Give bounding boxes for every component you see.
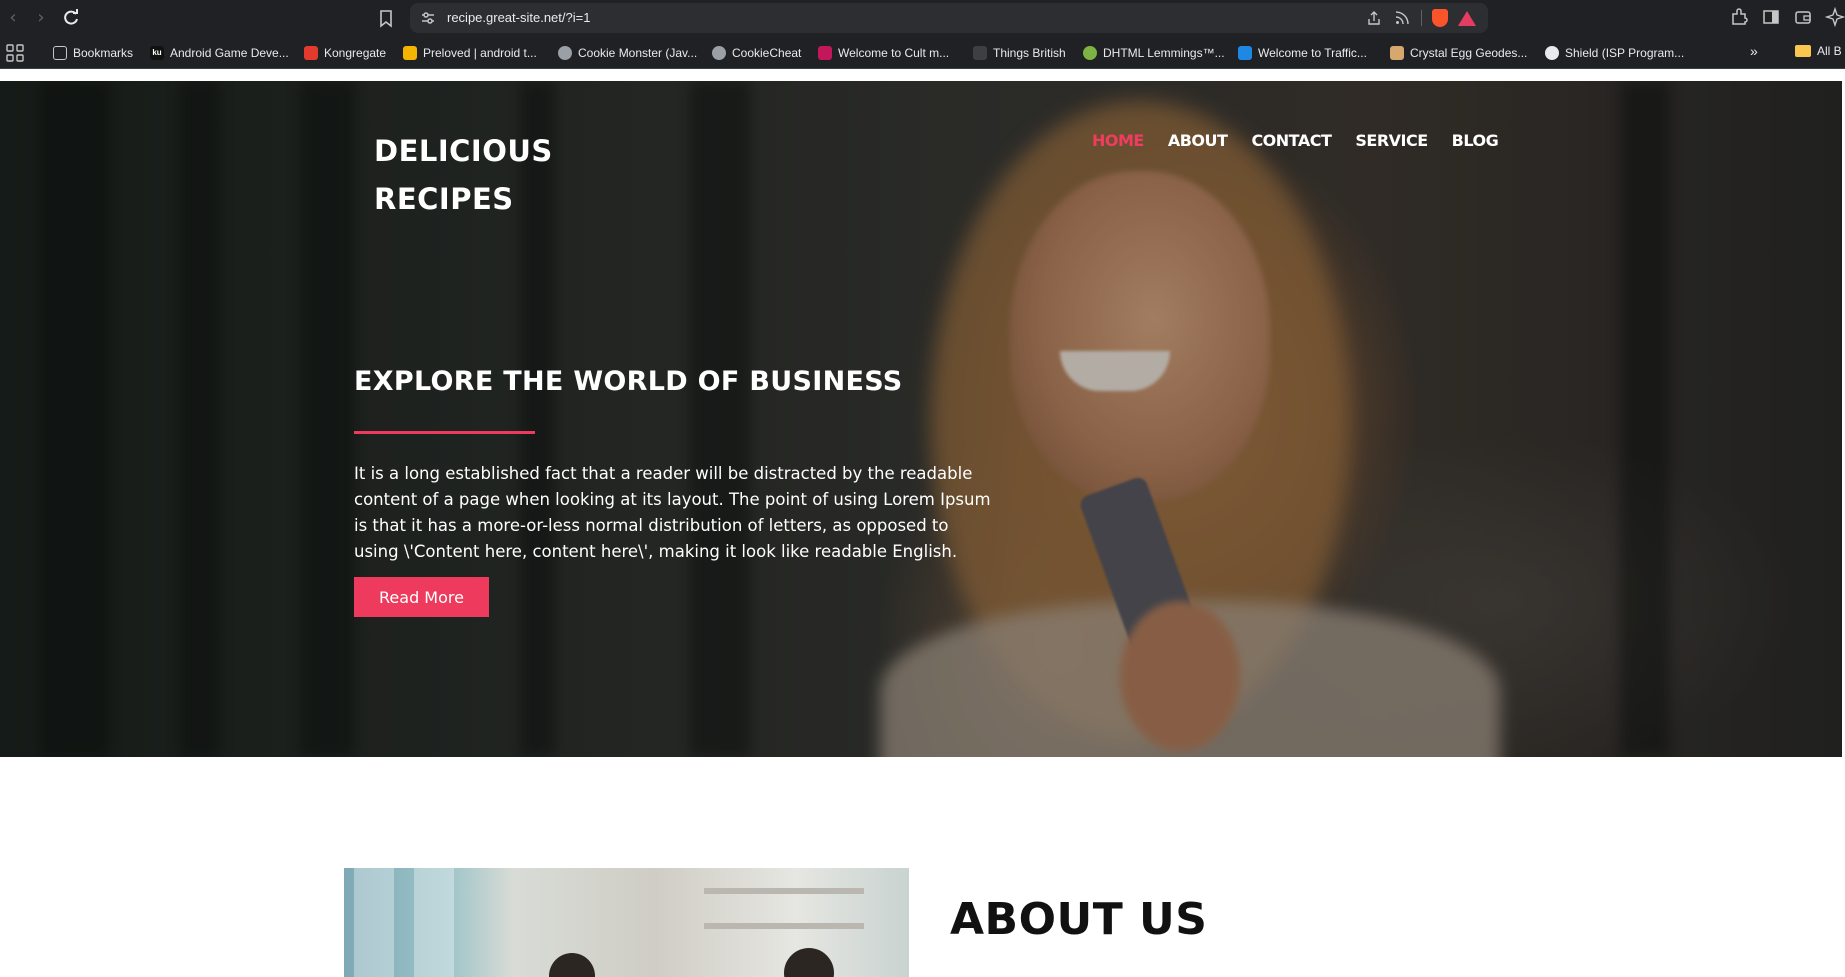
brave-shields-icon[interactable] bbox=[1432, 9, 1448, 27]
about-title: ABOUT US bbox=[950, 894, 1208, 945]
forward-icon[interactable]: › bbox=[30, 7, 52, 29]
bookmark-label: Bookmarks bbox=[73, 46, 134, 60]
bookmark-label: Preloved | android t... bbox=[423, 46, 537, 60]
nav-service[interactable]: SERVICE bbox=[1355, 131, 1428, 150]
person-head bbox=[549, 953, 595, 977]
reload-icon[interactable] bbox=[60, 7, 82, 29]
back-icon[interactable]: ‹ bbox=[2, 7, 24, 29]
bookmark-label: Kongregate bbox=[324, 46, 387, 60]
main-nav: HOME ABOUT CONTACT SERVICE BLOG bbox=[1092, 131, 1499, 150]
bookmark-label: DHTML Lemmings™... bbox=[1103, 46, 1225, 60]
nav-contact[interactable]: CONTACT bbox=[1251, 131, 1331, 150]
bookmarks-bar: Bookmarks ku Android Game Deve... Kongreg… bbox=[0, 37, 1845, 69]
bookmark-item[interactable]: DHTML Lemmings™... bbox=[1083, 44, 1225, 62]
shelf-shape bbox=[704, 923, 864, 929]
bookmark-item[interactable]: Welcome to Traffic... bbox=[1238, 44, 1367, 62]
page-top-strip bbox=[0, 69, 1845, 81]
browser-toolbar: ‹ › recipe.great-site.net/?i=1 bbox=[0, 0, 1845, 37]
shelf-shape bbox=[704, 888, 864, 894]
preloved-favicon bbox=[403, 46, 417, 60]
nav-home[interactable]: HOME bbox=[1092, 131, 1144, 150]
folder-icon bbox=[1795, 45, 1811, 57]
bookmark-label: Shield (ISP Program... bbox=[1565, 46, 1685, 60]
nav-about[interactable]: ABOUT bbox=[1168, 131, 1228, 150]
kongregate-favicon bbox=[304, 46, 318, 60]
toolbar-separator bbox=[1421, 10, 1422, 26]
extensions-icon[interactable] bbox=[1729, 7, 1749, 27]
shield-eye-favicon bbox=[1545, 46, 1559, 60]
brave-rewards-icon[interactable] bbox=[1458, 10, 1476, 26]
cult-favicon bbox=[818, 46, 832, 60]
bookmarks-folder-icon bbox=[53, 46, 67, 60]
more-bookmarks-icon[interactable]: » bbox=[1750, 43, 1758, 59]
share-icon[interactable] bbox=[1365, 9, 1383, 27]
bookmark-label: CookieCheat bbox=[732, 46, 802, 60]
all-bookmarks-folder[interactable]: All B bbox=[1795, 44, 1842, 58]
bookmark-item[interactable]: CookieCheat bbox=[712, 44, 801, 62]
ku-favicon: ku bbox=[150, 46, 164, 60]
bookmark-item[interactable]: Preloved | android t... bbox=[403, 44, 537, 62]
traffic-favicon bbox=[1238, 46, 1252, 60]
all-bookmarks-label: All B bbox=[1817, 44, 1842, 58]
geode-favicon bbox=[1390, 46, 1404, 60]
bookmark-item[interactable]: ku Android Game Deve... bbox=[150, 44, 289, 62]
globe-icon bbox=[558, 46, 572, 60]
hero-description: It is a long established fact that a rea… bbox=[354, 464, 991, 561]
bookmark-item[interactable]: Bookmarks bbox=[53, 44, 133, 62]
bookmark-item[interactable]: Cookie Monster (Jav... bbox=[558, 44, 697, 62]
window-pane bbox=[414, 868, 454, 977]
bookmark-page-icon[interactable] bbox=[376, 8, 396, 28]
logo-line-2: RECIPES bbox=[374, 182, 514, 216]
leo-ai-icon[interactable] bbox=[1824, 6, 1845, 28]
person-head bbox=[784, 948, 834, 977]
bookmark-item[interactable]: Welcome to Cult m... bbox=[818, 44, 949, 62]
site-logo[interactable]: DELICIOUS RECIPES bbox=[374, 127, 553, 223]
wallet-icon[interactable] bbox=[1793, 7, 1813, 27]
hero-title: EXPLORE THE WORLD OF BUSINESS bbox=[354, 366, 903, 397]
logo-line-1: DELICIOUS bbox=[374, 134, 553, 168]
globe-icon bbox=[712, 46, 726, 60]
bookmark-label: Things British bbox=[993, 46, 1066, 60]
bookmark-item[interactable]: Things British bbox=[973, 44, 1066, 62]
url-text[interactable]: recipe.great-site.net/?i=1 bbox=[447, 10, 590, 25]
bookmark-item[interactable]: Kongregate bbox=[304, 44, 386, 62]
hero-section: DELICIOUS RECIPES HOME ABOUT CONTACT SER… bbox=[0, 81, 1842, 757]
hero-divider bbox=[354, 431, 535, 434]
read-more-button[interactable]: Read More bbox=[354, 577, 489, 617]
site-info-icon[interactable] bbox=[420, 10, 436, 26]
sidebar-icon[interactable] bbox=[1761, 7, 1781, 27]
bookmark-label: Crystal Egg Geodes... bbox=[1410, 46, 1528, 60]
address-bar[interactable]: recipe.great-site.net/?i=1 bbox=[410, 3, 1488, 33]
apps-grid-icon[interactable] bbox=[6, 44, 24, 62]
bookmark-label: Android Game Deve... bbox=[170, 46, 289, 60]
bookmark-item[interactable]: Crystal Egg Geodes... bbox=[1390, 44, 1527, 62]
rss-icon[interactable] bbox=[1393, 9, 1411, 27]
bookmark-item[interactable]: Shield (ISP Program... bbox=[1545, 44, 1684, 62]
bookmark-label: Cookie Monster (Jav... bbox=[578, 46, 698, 60]
bookmark-label: Welcome to Traffic... bbox=[1258, 46, 1367, 60]
about-image bbox=[344, 868, 909, 977]
gear-favicon bbox=[1083, 46, 1097, 60]
things-british-favicon bbox=[973, 46, 987, 60]
hero-overlay bbox=[0, 81, 1842, 757]
bookmark-label: Welcome to Cult m... bbox=[838, 46, 950, 60]
window-pane bbox=[354, 868, 394, 977]
nav-blog[interactable]: BLOG bbox=[1452, 131, 1499, 150]
